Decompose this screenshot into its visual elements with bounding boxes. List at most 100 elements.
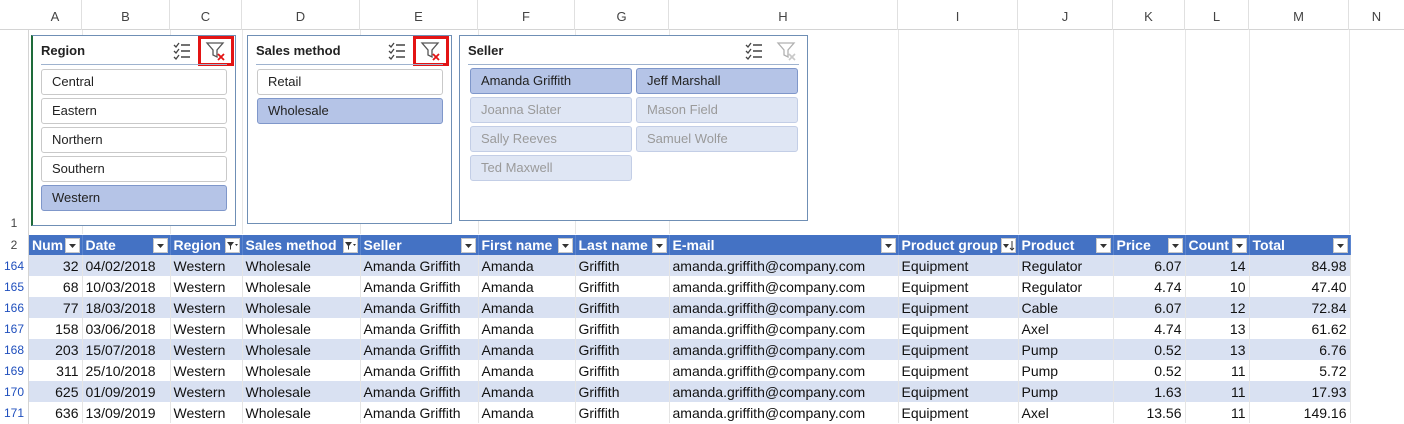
row-number[interactable]: 169 xyxy=(0,364,28,378)
cell-region[interactable]: Western xyxy=(170,255,243,276)
header-region[interactable]: Region xyxy=(170,235,243,255)
cell-last-name[interactable]: Griffith xyxy=(575,276,670,297)
cell-email[interactable]: amanda.griffith@company.com xyxy=(669,360,899,381)
column-header-i[interactable]: I xyxy=(898,0,1018,30)
row-number[interactable]: 167 xyxy=(0,322,28,336)
cell-price[interactable]: 6.07 xyxy=(1113,255,1186,276)
cell-total[interactable]: 17.93 xyxy=(1249,381,1351,402)
cell-product[interactable]: Axel xyxy=(1018,318,1114,339)
cell-product-group[interactable]: Equipment xyxy=(898,276,1019,297)
cell-product[interactable]: Pump xyxy=(1018,381,1114,402)
cell-price[interactable]: 4.74 xyxy=(1113,276,1186,297)
cell-first-name[interactable]: Amanda xyxy=(478,276,576,297)
column-header-h[interactable]: H xyxy=(669,0,898,30)
cell-region[interactable]: Western xyxy=(170,276,243,297)
row-number-2[interactable]: 2 xyxy=(0,238,28,252)
cell-product[interactable]: Cable xyxy=(1018,297,1114,318)
cell-price[interactable]: 13.56 xyxy=(1113,402,1186,423)
row-number[interactable]: 170 xyxy=(0,385,28,399)
filter-dropdown-button[interactable] xyxy=(557,238,573,253)
multi-select-icon[interactable] xyxy=(386,40,408,62)
header-seller[interactable]: Seller xyxy=(360,235,479,255)
cell-product-group[interactable]: Equipment xyxy=(898,318,1019,339)
cell-count[interactable]: 13 xyxy=(1185,318,1250,339)
cell-product[interactable]: Regulator xyxy=(1018,276,1114,297)
row-number-1[interactable]: 1 xyxy=(0,216,28,230)
filter-dropdown-button[interactable] xyxy=(64,238,80,253)
cell-sales-method[interactable]: Wholesale xyxy=(242,255,361,276)
cell-total[interactable]: 5.72 xyxy=(1249,360,1351,381)
filter-dropdown-button[interactable] xyxy=(1231,238,1247,253)
column-header-c[interactable]: C xyxy=(170,0,242,30)
cell-first-name[interactable]: Amanda xyxy=(478,318,576,339)
column-header-b[interactable]: B xyxy=(82,0,170,30)
slicer-item-eastern[interactable]: Eastern xyxy=(41,98,227,124)
cell-product-group[interactable]: Equipment xyxy=(898,402,1019,423)
cell-num[interactable]: 311 xyxy=(29,360,83,381)
header-date[interactable]: Date xyxy=(82,235,171,255)
cell-total[interactable]: 84.98 xyxy=(1249,255,1351,276)
slicer-item-joanna-slater[interactable]: Joanna Slater xyxy=(470,97,632,123)
cell-count[interactable]: 11 xyxy=(1185,360,1250,381)
cell-num[interactable]: 77 xyxy=(29,297,83,318)
cell-count[interactable]: 11 xyxy=(1185,381,1250,402)
cell-product[interactable]: Regulator xyxy=(1018,255,1114,276)
cell-seller[interactable]: Amanda Griffith xyxy=(360,318,479,339)
cell-region[interactable]: Western xyxy=(170,381,243,402)
cell-first-name[interactable]: Amanda xyxy=(478,402,576,423)
cell-price[interactable]: 6.07 xyxy=(1113,297,1186,318)
row-number[interactable]: 166 xyxy=(0,301,28,315)
cell-region[interactable]: Western xyxy=(170,402,243,423)
slicer-item-retail[interactable]: Retail xyxy=(257,69,443,95)
cell-price[interactable]: 4.74 xyxy=(1113,318,1186,339)
cell-date[interactable]: 18/03/2018 xyxy=(82,297,171,318)
filter-dropdown-button[interactable] xyxy=(1332,238,1348,253)
cell-email[interactable]: amanda.griffith@company.com xyxy=(669,402,899,423)
cell-sales-method[interactable]: Wholesale xyxy=(242,381,361,402)
cell-seller[interactable]: Amanda Griffith xyxy=(360,276,479,297)
slicer-item-central[interactable]: Central xyxy=(41,69,227,95)
cell-num[interactable]: 32 xyxy=(29,255,83,276)
cell-count[interactable]: 10 xyxy=(1185,276,1250,297)
region-slicer[interactable]: Region Central Eastern Northern Southern… xyxy=(31,35,236,226)
row-number[interactable]: 171 xyxy=(0,406,28,420)
cell-total[interactable]: 149.16 xyxy=(1249,402,1351,423)
cell-email[interactable]: amanda.griffith@company.com xyxy=(669,276,899,297)
filter-dropdown-button[interactable] xyxy=(1167,238,1183,253)
slicer-item-sally-reeves[interactable]: Sally Reeves xyxy=(470,126,632,152)
row-number[interactable]: 168 xyxy=(0,343,28,357)
cell-product-group[interactable]: Equipment xyxy=(898,297,1019,318)
cell-first-name[interactable]: Amanda xyxy=(478,297,576,318)
slicer-item-samuel-wolfe[interactable]: Samuel Wolfe xyxy=(636,126,798,152)
header-last-name[interactable]: Last name xyxy=(575,235,670,255)
cell-date[interactable]: 13/09/2019 xyxy=(82,402,171,423)
cell-count[interactable]: 14 xyxy=(1185,255,1250,276)
cell-last-name[interactable]: Griffith xyxy=(575,255,670,276)
filter-dropdown-button[interactable] xyxy=(152,238,168,253)
slicer-item-amanda-griffith[interactable]: Amanda Griffith xyxy=(470,68,632,94)
cell-num[interactable]: 158 xyxy=(29,318,83,339)
multi-select-icon[interactable] xyxy=(171,40,193,62)
cell-count[interactable]: 12 xyxy=(1185,297,1250,318)
filter-dropdown-button[interactable] xyxy=(224,238,240,253)
column-header-j[interactable]: J xyxy=(1018,0,1113,30)
cell-sales-method[interactable]: Wholesale xyxy=(242,297,361,318)
cell-seller[interactable]: Amanda Griffith xyxy=(360,255,479,276)
cell-date[interactable]: 03/06/2018 xyxy=(82,318,171,339)
cell-region[interactable]: Western xyxy=(170,360,243,381)
cell-product[interactable]: Axel xyxy=(1018,402,1114,423)
filter-dropdown-button[interactable] xyxy=(880,238,896,253)
cell-region[interactable]: Western xyxy=(170,318,243,339)
cell-product-group[interactable]: Equipment xyxy=(898,339,1019,360)
cell-num[interactable]: 203 xyxy=(29,339,83,360)
cell-product-group[interactable]: Equipment xyxy=(898,381,1019,402)
column-header-k[interactable]: K xyxy=(1113,0,1185,30)
multi-select-icon[interactable] xyxy=(743,40,765,62)
cell-seller[interactable]: Amanda Griffith xyxy=(360,381,479,402)
cell-last-name[interactable]: Griffith xyxy=(575,318,670,339)
cell-price[interactable]: 0.52 xyxy=(1113,339,1186,360)
cell-price[interactable]: 1.63 xyxy=(1113,381,1186,402)
slicer-item-northern[interactable]: Northern xyxy=(41,127,227,153)
cell-last-name[interactable]: Griffith xyxy=(575,297,670,318)
column-header-f[interactable]: F xyxy=(478,0,575,30)
